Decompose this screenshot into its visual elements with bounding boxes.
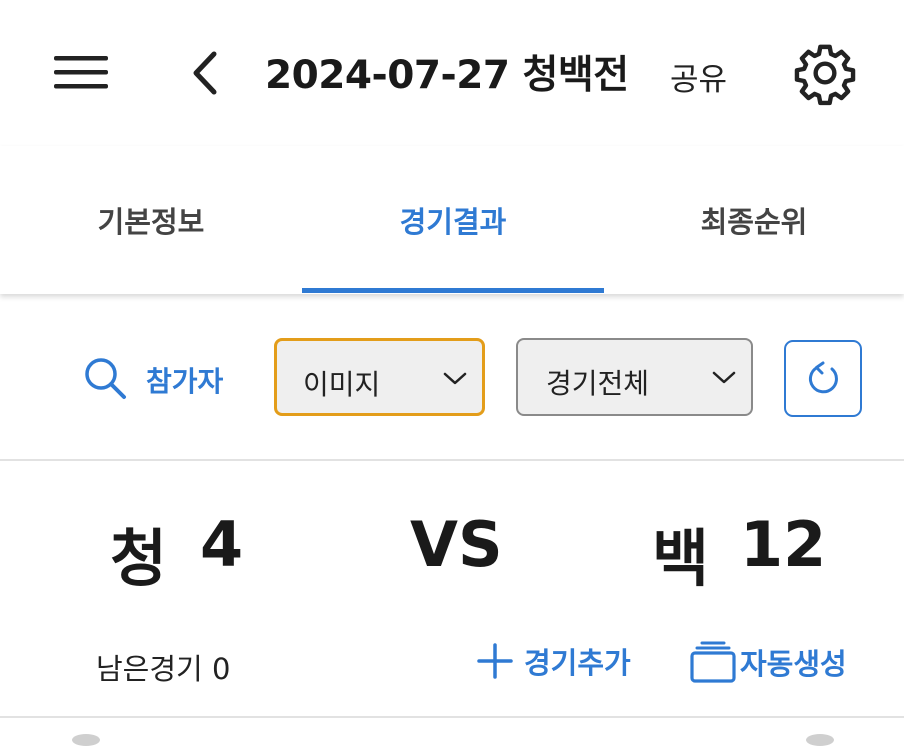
search-icon[interactable] <box>82 356 130 400</box>
add-game-label: 경기추가 <box>524 646 631 680</box>
vs-label: VS <box>410 508 503 581</box>
refresh-button[interactable] <box>784 340 862 417</box>
cards-stack-icon <box>690 641 736 683</box>
plus-icon <box>477 643 513 679</box>
team2-score: 12 <box>740 508 827 581</box>
participant-search-button[interactable]: 참가자 <box>146 360 223 400</box>
team2-name: 백 <box>652 522 710 595</box>
refresh-icon <box>809 361 838 393</box>
chevron-down-icon <box>443 372 467 385</box>
back-icon[interactable] <box>184 48 224 98</box>
active-tab-indicator <box>302 288 604 293</box>
page-title: 2024-07-27 청백전 <box>265 53 629 98</box>
team1-score: 4 <box>200 508 244 581</box>
list-item-peek <box>806 734 834 746</box>
gear-icon[interactable] <box>792 40 858 106</box>
match-filter-value: 경기전체 <box>546 367 650 400</box>
list-item-peek <box>72 734 100 746</box>
divider <box>0 459 904 461</box>
view-mode-select[interactable]: 이미지 <box>274 338 485 416</box>
auto-generate-button[interactable]: 자동생성 <box>688 640 847 684</box>
team1-name: 청 <box>110 522 168 595</box>
share-button[interactable]: 공유 <box>670 54 727 99</box>
add-game-button[interactable]: 경기추가 <box>476 640 631 682</box>
app-header: 2024-07-27 청백전 공유 <box>0 0 904 146</box>
tab-final-ranking[interactable]: 최종순위 <box>604 146 904 294</box>
view-mode-value: 이미지 <box>303 368 381 401</box>
divider <box>0 716 904 718</box>
menu-icon[interactable] <box>52 50 110 94</box>
match-filter-select[interactable]: 경기전체 <box>516 338 753 416</box>
tab-bar: 기본정보 경기결과 최종순위 <box>0 146 904 294</box>
remaining-games-label: 남은경기 0 <box>96 652 231 686</box>
tab-basic-info[interactable]: 기본정보 <box>0 146 302 294</box>
auto-generate-label: 자동생성 <box>740 647 847 681</box>
tab-match-results[interactable]: 경기결과 <box>302 146 604 294</box>
chevron-down-icon <box>712 371 736 384</box>
